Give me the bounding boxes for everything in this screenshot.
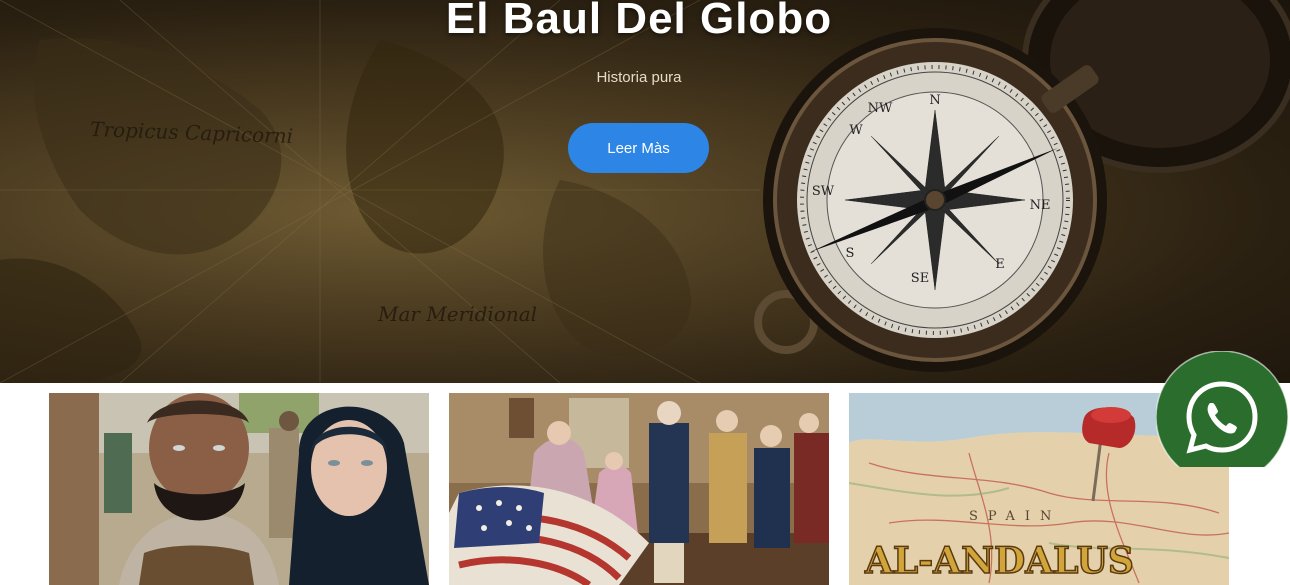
- whatsapp-button[interactable]: [1155, 350, 1290, 484]
- article-card-1[interactable]: [49, 393, 429, 585]
- article-image-1: [49, 393, 429, 585]
- al-andalus-title: AL-ANDALUS: [864, 540, 1134, 582]
- compass-label-n: N: [929, 93, 940, 108]
- article-card-2[interactable]: [449, 393, 829, 585]
- site-title: El Baul Del Globo: [445, 0, 833, 43]
- hero-banner: Tropicus Capricorni Mar Meridional N NE …: [0, 0, 1290, 383]
- map-label-spain: SPAIN: [969, 509, 1061, 524]
- compass-label-se: SE: [911, 271, 929, 286]
- compass-illustration: N NE E SE S SW W NW: [754, 0, 1290, 372]
- hero-background-map: Tropicus Capricorni Mar Meridional N NE …: [0, 0, 1290, 383]
- compass-label-nw: NW: [868, 101, 893, 116]
- compass-label-w: W: [849, 123, 863, 138]
- read-more-button[interactable]: Leer Màs: [568, 123, 709, 173]
- article-image-2: [449, 393, 829, 585]
- compass-label-s: S: [846, 246, 855, 261]
- map-text-mar: Mar Meridional: [377, 302, 537, 326]
- compass-label-ne: NE: [1030, 198, 1051, 213]
- compass-label-e: E: [995, 257, 1005, 272]
- site-subtitle: Historia pura: [596, 69, 682, 86]
- compass-label-sw: SW: [812, 184, 835, 199]
- whatsapp-icon: [1155, 350, 1289, 484]
